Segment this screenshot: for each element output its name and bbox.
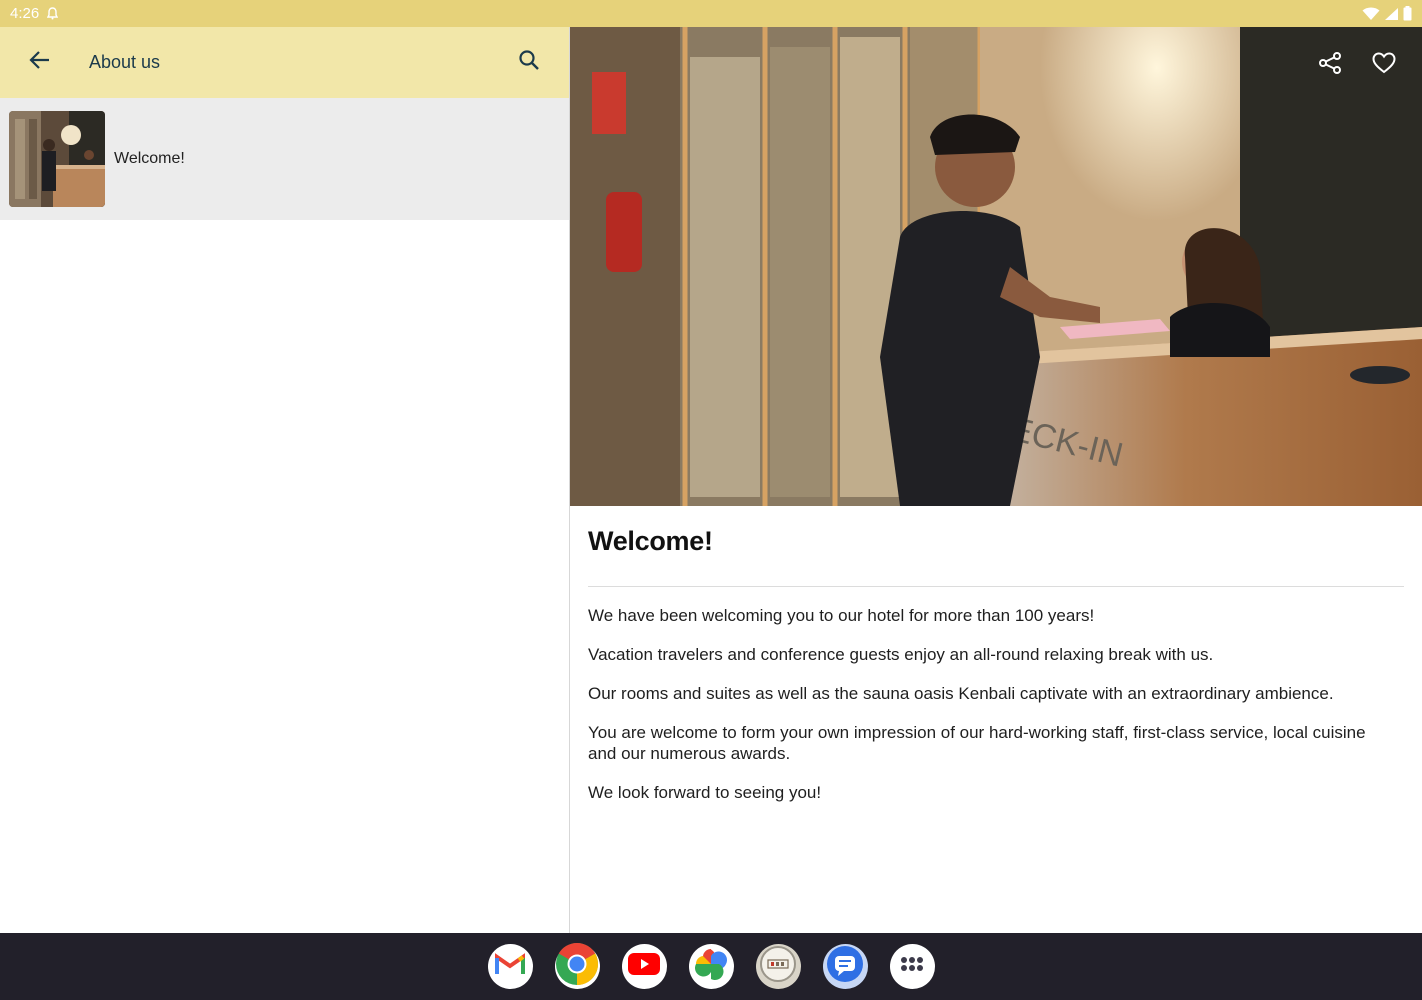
status-time: 4:26 (10, 5, 40, 22)
messages-icon (826, 945, 864, 988)
hotel-app-button[interactable] (755, 944, 801, 989)
chrome-icon (555, 942, 599, 991)
list-pane: About us Welcome! (0, 27, 569, 933)
favorite-button[interactable] (1366, 47, 1402, 83)
article-content: Welcome! We have been welcoming you to o… (570, 506, 1422, 803)
notification-icon (47, 7, 59, 20)
photos-button[interactable] (688, 944, 734, 989)
list-item-label: Welcome! (114, 150, 185, 167)
battery-icon (1403, 6, 1412, 21)
list-item[interactable]: Welcome! (0, 98, 569, 220)
youtube-button[interactable] (621, 944, 667, 989)
share-icon (1318, 51, 1342, 80)
search-button[interactable] (511, 45, 547, 81)
gmail-button[interactable] (487, 944, 533, 989)
page-title: About us (89, 52, 161, 72)
thumbnail-image (9, 111, 105, 207)
app-drawer-icon (900, 956, 924, 977)
gmail-icon (495, 952, 525, 981)
hotel-app-icon (760, 946, 796, 987)
detail-pane: CHECK-IN Welcome! We have been welcoming… (570, 27, 1422, 933)
article-paragraph: Our rooms and suites as well as the saun… (588, 684, 1334, 703)
back-button[interactable] (22, 45, 58, 81)
photos-icon (694, 947, 728, 986)
youtube-icon (628, 952, 660, 981)
search-icon (518, 49, 540, 76)
heart-icon (1372, 51, 1396, 79)
app-bar: About us (0, 27, 569, 98)
article-paragraph: We have been welcoming you to our hotel … (588, 606, 1095, 625)
wifi-icon (1362, 7, 1380, 21)
app-drawer-button[interactable] (889, 944, 935, 989)
article-headline: Welcome! (588, 526, 713, 556)
arrow-back-icon (29, 49, 51, 76)
chrome-button[interactable] (554, 942, 600, 991)
messages-button[interactable] (822, 944, 868, 989)
headline-divider (588, 586, 1404, 587)
article-paragraph: We look forward to seeing you! (588, 783, 822, 802)
signal-icon (1384, 7, 1399, 21)
article-paragraph: You are welcome to form your own impress… (588, 723, 1366, 763)
hero-image: CHECK-IN (570, 27, 1422, 506)
status-bar: 4:26 (0, 0, 1422, 27)
hotel-reception-photo: CHECK-IN (570, 27, 1422, 506)
share-button[interactable] (1312, 47, 1348, 83)
article-paragraph: Vacation travelers and conference guests… (588, 645, 1214, 664)
taskbar (0, 933, 1422, 1000)
